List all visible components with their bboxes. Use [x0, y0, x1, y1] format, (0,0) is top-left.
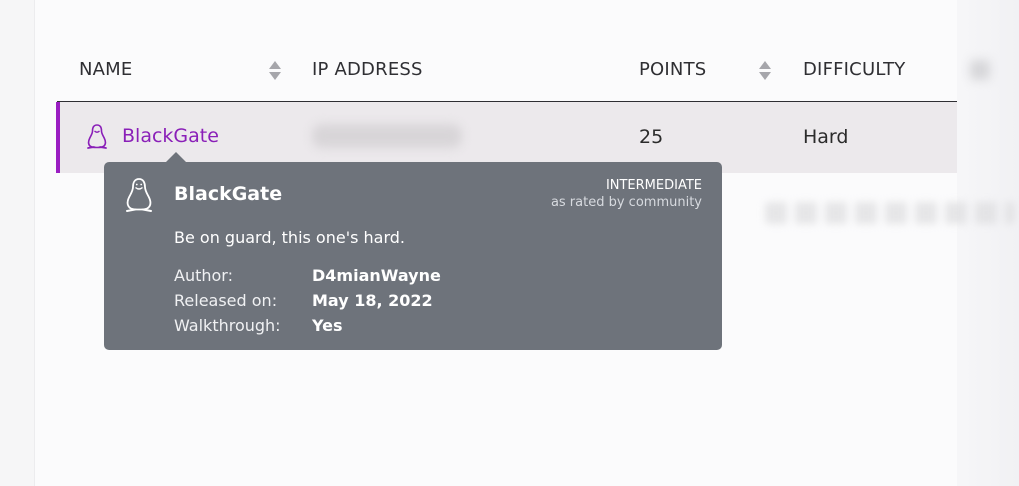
rating-note: as rated by community — [550, 195, 702, 210]
column-header-difficulty[interactable]: DIFFICULTY — [803, 59, 905, 80]
difficulty-rating: INTERMEDIATE — [605, 178, 702, 193]
row-difficulty: Hard — [803, 126, 849, 148]
walkthrough-label: Walkthrough: — [174, 316, 281, 335]
column-header-name[interactable]: NAME — [79, 59, 132, 80]
column-header-points[interactable]: POINTS — [639, 59, 706, 80]
sort-name-icon[interactable] — [269, 61, 281, 81]
blurred-column-header — [970, 60, 990, 80]
tooltip-title: BlackGate — [174, 183, 283, 205]
author-value: D4mianWayne — [312, 266, 441, 285]
sort-points-icon[interactable] — [759, 61, 771, 81]
walkthrough-value: Yes — [312, 316, 343, 335]
linux-penguin-icon — [87, 124, 107, 149]
row-ip-blurred — [312, 124, 462, 148]
left-gutter — [0, 0, 35, 486]
row-name-link[interactable]: BlackGate — [122, 125, 219, 147]
tooltip-caret — [166, 152, 186, 162]
column-header-ip: IP ADDRESS — [312, 59, 423, 80]
release-date-label: Released on: — [174, 291, 278, 310]
blurred-footer-text — [765, 202, 1015, 224]
release-date-value: May 18, 2022 — [312, 291, 433, 310]
tooltip-description: Be on guard, this one's hard. — [174, 228, 406, 247]
author-label: Author: — [174, 266, 233, 285]
row-points: 25 — [639, 126, 664, 148]
linux-penguin-icon — [126, 178, 152, 212]
